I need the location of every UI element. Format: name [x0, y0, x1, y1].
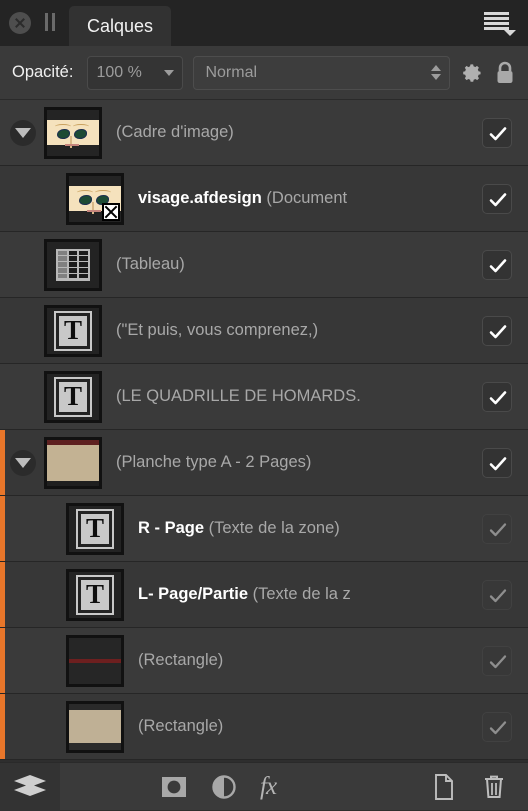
layer-visibility-checkbox[interactable] — [482, 316, 512, 346]
lock-icon[interactable] — [494, 60, 516, 86]
layer-row[interactable]: T (LE QUADRILLE DE HOMARDS. — [0, 364, 528, 430]
layer-visibility-checkbox[interactable] — [482, 514, 512, 544]
new-document-icon[interactable] — [432, 773, 456, 801]
blend-mode-value: Normal — [205, 64, 257, 82]
layer-type-text: (Planche type A - 2 Pages) — [116, 453, 311, 471]
bottom-toolbar-middle: fx — [60, 773, 432, 801]
layer-type-text: ("Et puis, vous comprenez,) — [116, 321, 318, 339]
close-circle-icon[interactable] — [9, 12, 31, 34]
layer-type-text: (LE QUADRILLE DE HOMARDS. — [116, 387, 361, 405]
trash-icon[interactable] — [482, 773, 506, 801]
layer-label: (Rectangle) — [138, 651, 482, 670]
layer-thumbnail[interactable] — [44, 239, 102, 291]
layer-selection-marker — [0, 694, 5, 759]
layer-selection-marker — [0, 496, 5, 561]
layer-label: (Tableau) — [116, 255, 482, 274]
tab-label: Calques — [87, 16, 153, 37]
layer-thumbnail[interactable]: T — [66, 503, 124, 555]
layers-stack-icon[interactable] — [0, 763, 60, 811]
layer-type-text: (Cadre d'image) — [116, 123, 234, 141]
layer-visibility-checkbox[interactable] — [482, 448, 512, 478]
text-glyph-icon: T — [78, 511, 112, 547]
layer-visibility-checkbox[interactable] — [482, 646, 512, 676]
layer-label: (Rectangle) — [138, 717, 482, 736]
layer-selection-marker — [0, 628, 5, 693]
blend-mode-select[interactable]: Normal — [193, 56, 450, 90]
stepper-arrows-icon[interactable] — [431, 65, 441, 80]
layer-row[interactable]: (Planche type A - 2 Pages) — [0, 430, 528, 496]
disclosure-triangle-icon[interactable] — [10, 120, 36, 146]
layer-thumbnail[interactable] — [66, 635, 124, 687]
layer-selection-marker — [0, 562, 5, 627]
layer-type-text: (Rectangle) — [138, 651, 223, 669]
bottom-toolbar-right — [432, 773, 528, 801]
layer-thumbnail[interactable] — [66, 173, 124, 225]
layer-label: L- Page/Partie (Texte de la z — [138, 585, 482, 604]
layer-visibility-checkbox[interactable] — [482, 382, 512, 412]
adjustment-icon[interactable] — [210, 773, 238, 801]
layer-name-bold: L- Page/Partie — [138, 585, 248, 603]
layer-label: visage.afdesign (Document — [138, 189, 482, 208]
layer-label: (Cadre d'image) — [116, 123, 482, 142]
opacity-label: Opacité: — [12, 63, 73, 82]
layer-visibility-checkbox[interactable] — [482, 712, 512, 742]
layer-row[interactable]: (Rectangle) — [0, 628, 528, 694]
chevron-down-icon — [164, 70, 174, 76]
panel-titlebar: Calques — [0, 0, 528, 46]
layer-visibility-checkbox[interactable] — [482, 184, 512, 214]
layer-selection-marker — [0, 430, 5, 495]
text-glyph-icon: T — [56, 313, 90, 349]
layer-row[interactable]: T ("Et puis, vous comprenez,) — [0, 298, 528, 364]
pause-icon[interactable] — [43, 13, 57, 33]
layer-thumbnail[interactable] — [66, 701, 124, 753]
layer-thumbnail[interactable] — [44, 437, 102, 489]
layer-thumbnail[interactable]: T — [44, 305, 102, 357]
layer-type-text: (Rectangle) — [138, 717, 223, 735]
hamburger-menu-icon[interactable] — [484, 12, 516, 34]
layer-visibility-checkbox[interactable] — [482, 580, 512, 610]
layer-type-text: (Texte de la z — [253, 585, 351, 603]
opacity-value: 100 % — [96, 64, 141, 82]
layer-label: (Planche type A - 2 Pages) — [116, 453, 482, 472]
layers-bottom-toolbar: fx — [0, 762, 528, 810]
layer-type-text: (Document — [266, 189, 347, 207]
layer-label: (LE QUADRILLE DE HOMARDS. — [116, 387, 482, 406]
layer-row[interactable]: T L- Page/Partie (Texte de la z — [0, 562, 528, 628]
titlebar-left-controls — [0, 0, 57, 46]
layer-thumbnail[interactable] — [44, 107, 102, 159]
layer-visibility-checkbox[interactable] — [482, 250, 512, 280]
layer-name-bold: R - Page — [138, 519, 204, 537]
text-glyph-icon: T — [56, 379, 90, 415]
x-badge-icon — [102, 203, 120, 221]
layer-thumbnail[interactable]: T — [44, 371, 102, 423]
disclosure-triangle-icon[interactable] — [10, 450, 36, 476]
layer-thumbnail[interactable]: T — [66, 569, 124, 621]
layer-name-bold: visage.afdesign — [138, 189, 262, 207]
table-glyph-icon — [56, 249, 90, 281]
layers-list: (Cadre d'image) visage.afdesign (Document… — [0, 100, 528, 760]
layer-visibility-checkbox[interactable] — [482, 118, 512, 148]
layer-row[interactable]: (Cadre d'image) — [0, 100, 528, 166]
layer-options-bar: Opacité: 100 % Normal — [0, 46, 528, 100]
tab-calques[interactable]: Calques — [69, 6, 171, 46]
layer-type-text: (Tableau) — [116, 255, 185, 273]
layer-row[interactable]: visage.afdesign (Document — [0, 166, 528, 232]
fx-icon[interactable]: fx — [260, 773, 276, 801]
layer-label: R - Page (Texte de la zone) — [138, 519, 482, 538]
layer-row[interactable]: (Tableau) — [0, 232, 528, 298]
layer-type-text: (Texte de la zone) — [209, 519, 340, 537]
layer-row[interactable]: (Rectangle) — [0, 694, 528, 760]
layer-label: ("Et puis, vous comprenez,) — [116, 321, 482, 340]
opacity-input[interactable]: 100 % — [87, 56, 183, 90]
layer-row[interactable]: T R - Page (Texte de la zone) — [0, 496, 528, 562]
mask-icon[interactable] — [160, 773, 188, 801]
text-glyph-icon: T — [78, 577, 112, 613]
gear-icon[interactable] — [460, 61, 484, 85]
